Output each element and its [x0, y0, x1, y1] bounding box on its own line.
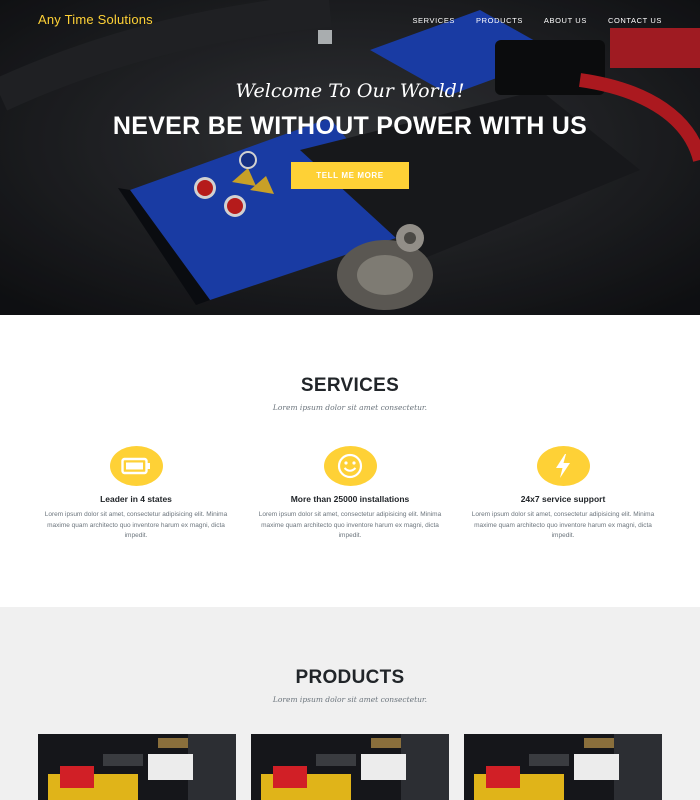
services-subtitle: Lorem ipsum dolor sit amet consectetur. — [272, 403, 428, 412]
product-image[interactable] — [464, 734, 662, 800]
tell-me-more-button[interactable]: TELL ME MORE — [291, 162, 409, 189]
service-icon-circle — [536, 446, 590, 486]
battery-icon — [121, 457, 150, 475]
service-item: More than 25000 installations Lorem ipsu… — [245, 446, 455, 542]
bolt-icon — [556, 454, 570, 478]
brand-logo[interactable]: Any Time Solutions — [38, 12, 153, 27]
hero-subtitle: Welcome To Our World! — [235, 80, 465, 102]
nav-link-contact-us[interactable]: CONTACT US — [608, 16, 662, 25]
hero-overlay — [0, 0, 700, 315]
nav-link-services[interactable]: SERVICES — [412, 16, 455, 25]
products-title: PRODUCTS — [295, 667, 405, 688]
service-text: Lorem ipsum dolor sit amet, consectetur … — [471, 511, 655, 539]
nav-link-products[interactable]: PRODUCTS — [476, 16, 523, 25]
nav-menu: SERVICES PRODUCTS ABOUT US CONTACT US — [412, 16, 662, 25]
service-title: Leader in 4 states — [100, 494, 172, 504]
products-section: PRODUCTS Lorem ipsum dolor sit amet cons… — [0, 607, 700, 800]
smiley-icon — [337, 453, 363, 479]
service-title: 24x7 service support — [520, 494, 606, 504]
hero-section: Any Time Solutions SERVICES PRODUCTS ABO… — [0, 0, 700, 315]
service-text: Lorem ipsum dolor sit amet, consectetur … — [44, 511, 228, 539]
hero-title: NEVER BE WITHOUT POWER WITH US — [112, 112, 588, 140]
product-battery-image — [251, 734, 449, 800]
product-image[interactable] — [38, 734, 236, 800]
service-title: More than 25000 installations — [290, 494, 410, 504]
product-battery-image — [38, 734, 236, 800]
top-navbar: Any Time Solutions SERVICES PRODUCTS ABO… — [0, 0, 700, 42]
service-icon-circle — [109, 446, 163, 486]
product-image[interactable] — [251, 734, 449, 800]
services-section: SERVICES Lorem ipsum dolor sit amet cons… — [0, 315, 700, 607]
services-title: SERVICES — [300, 375, 400, 396]
products-subtitle: Lorem ipsum dolor sit amet consectetur. — [272, 695, 428, 704]
nav-link-about-us[interactable]: ABOUT US — [544, 16, 587, 25]
service-icon-circle — [323, 446, 377, 486]
product-battery-image — [464, 734, 662, 800]
service-item: Leader in 4 states Lorem ipsum dolor sit… — [31, 446, 241, 542]
service-text: Lorem ipsum dolor sit amet, consectetur … — [258, 511, 442, 539]
service-item: 24x7 service support Lorem ipsum dolor s… — [458, 446, 668, 542]
